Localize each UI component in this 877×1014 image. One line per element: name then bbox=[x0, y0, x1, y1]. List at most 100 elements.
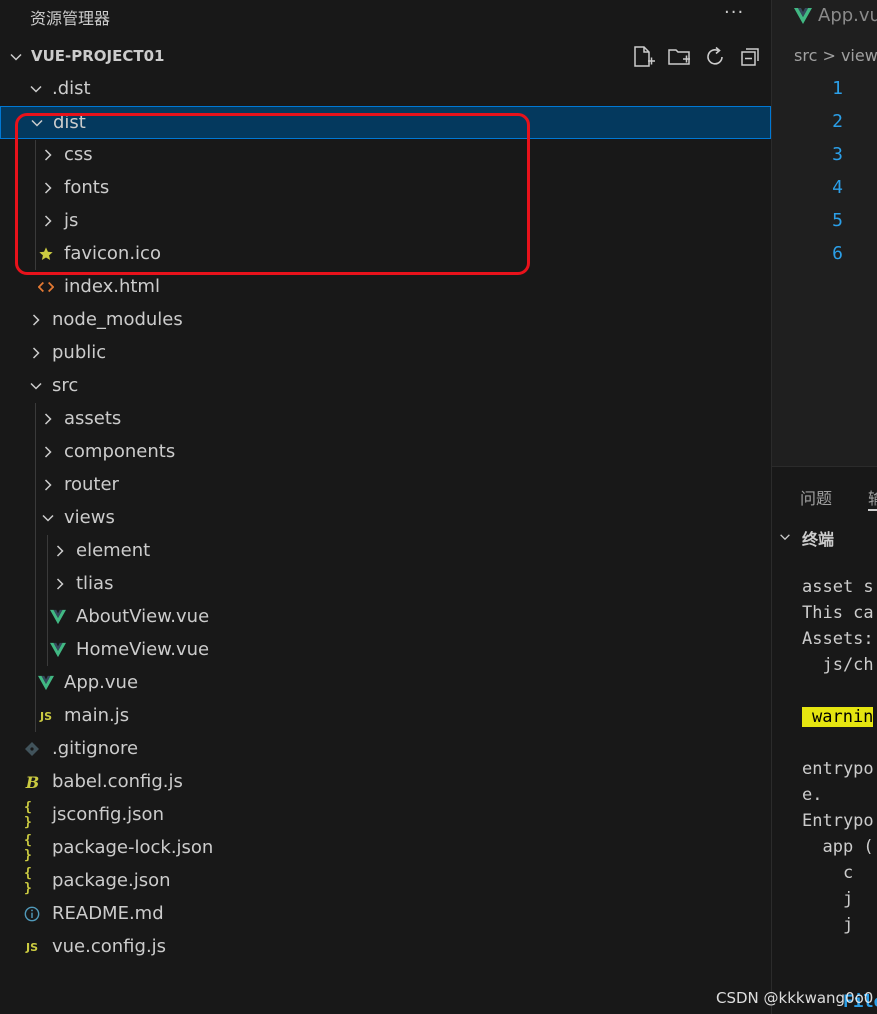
tree-item-element[interactable]: element bbox=[0, 535, 771, 568]
tree-item-vue-config-js[interactable]: JS vue.config.js bbox=[0, 931, 771, 964]
chevron-down-icon[interactable] bbox=[28, 378, 44, 394]
chevron-right-icon[interactable] bbox=[28, 345, 44, 361]
tree-item-public[interactable]: public bbox=[0, 337, 771, 370]
tree-item-components[interactable]: components bbox=[0, 436, 771, 469]
terminal-line: js/ch bbox=[802, 655, 874, 675]
explorer-title: 资源管理器 bbox=[30, 9, 111, 28]
chevron-down-icon[interactable] bbox=[40, 510, 56, 526]
terminal-line: This ca bbox=[802, 603, 874, 623]
tree-item-router[interactable]: router bbox=[0, 469, 771, 502]
line-number: 2 bbox=[832, 111, 843, 132]
vue-icon bbox=[50, 642, 66, 658]
tree-item-label: package.json bbox=[52, 870, 171, 891]
tree-item-package-lock-json[interactable]: { } package-lock.json bbox=[0, 832, 771, 865]
editor-area: App.vu src > view 1 2 3 4 5 6 问题 输 终端 asset s… bbox=[771, 0, 877, 1014]
tree-item-label: tlias bbox=[76, 573, 114, 594]
tree-item-app-vue[interactable]: App.vue bbox=[0, 667, 771, 700]
watermark: CSDN @kkkwang0o0 bbox=[716, 989, 874, 1007]
json-icon-text: { } bbox=[24, 833, 32, 863]
info-icon bbox=[24, 906, 40, 922]
breadcrumb[interactable]: src > view bbox=[794, 46, 877, 65]
tab-label: App.vu bbox=[818, 5, 877, 26]
tree-item-index-html[interactable]: index.html bbox=[0, 271, 771, 304]
chevron-right-icon[interactable] bbox=[52, 576, 68, 592]
tree-item-label: package-lock.json bbox=[52, 837, 214, 858]
terminal-header[interactable]: 终端 bbox=[772, 521, 877, 551]
tab-problems[interactable]: 问题 bbox=[800, 485, 832, 509]
tree-item-tlias[interactable]: tlias bbox=[0, 568, 771, 601]
tree-item-main-js[interactable]: JS main.js bbox=[0, 700, 771, 733]
terminal-line: entrypo bbox=[802, 759, 874, 779]
tree-item-label: README.md bbox=[52, 903, 164, 924]
tree-item-label: src bbox=[52, 375, 79, 396]
terminal-line: app ( bbox=[802, 837, 874, 857]
chevron-down-icon[interactable] bbox=[28, 81, 44, 97]
chevron-right-icon[interactable] bbox=[40, 411, 56, 427]
line-number: 3 bbox=[832, 144, 843, 165]
terminal-line: asset s bbox=[802, 577, 874, 597]
json-icon: { } bbox=[24, 800, 40, 830]
tree-item-views[interactable]: views bbox=[0, 502, 771, 535]
project-name: VUE-PROJECT01 bbox=[31, 47, 165, 65]
explorer-header: 资源管理器 ··· bbox=[0, 0, 771, 32]
tree-item-dist[interactable]: .dist bbox=[0, 73, 771, 106]
terminal-line: j bbox=[802, 889, 854, 909]
js-icon: JS bbox=[38, 708, 54, 724]
tree-item-gitignore[interactable]: .gitignore bbox=[0, 733, 771, 766]
tree-item-label: views bbox=[64, 507, 115, 528]
json-icon-text: { } bbox=[24, 866, 32, 896]
terminal-line: Entrypo bbox=[802, 811, 874, 831]
js-icon-text: JS bbox=[39, 709, 52, 723]
tree-item-label: AboutView.vue bbox=[76, 606, 210, 627]
json-icon: { } bbox=[24, 833, 40, 863]
tree-item-label: vue.config.js bbox=[52, 936, 167, 957]
tree-item-package-json[interactable]: { } package.json bbox=[0, 865, 771, 898]
tree-item-node-modules[interactable]: node_modules bbox=[0, 304, 771, 337]
chevron-down-icon[interactable] bbox=[778, 529, 792, 548]
terminal-line: warnin bbox=[802, 707, 874, 727]
line-number: 4 bbox=[832, 177, 843, 198]
indent-guide bbox=[47, 535, 48, 666]
more-actions-icon[interactable]: ··· bbox=[724, 2, 744, 23]
tree-item-label: App.vue bbox=[64, 672, 139, 693]
tree-item-label: assets bbox=[64, 408, 122, 429]
tree-item-jsconfig-json[interactable]: { } jsconfig.json bbox=[0, 799, 771, 832]
babel-icon: B bbox=[24, 773, 40, 791]
tab-output[interactable]: 输 bbox=[868, 485, 877, 509]
tree-item-readme-md[interactable]: README.md bbox=[0, 898, 771, 931]
vue-icon bbox=[38, 675, 54, 691]
tree-item-label: router bbox=[64, 474, 119, 495]
chevron-right-icon[interactable] bbox=[40, 477, 56, 493]
tree-item-label: node_modules bbox=[52, 309, 183, 330]
indent-guide bbox=[35, 403, 36, 732]
vue-icon bbox=[50, 609, 66, 625]
project-section-header[interactable]: VUE-PROJECT01 bbox=[0, 40, 771, 73]
html-icon bbox=[38, 279, 54, 295]
highlight-callout bbox=[15, 113, 530, 275]
collapse-all-icon[interactable] bbox=[738, 44, 764, 70]
terminal-line: j bbox=[802, 915, 854, 935]
explorer-sidebar: 资源管理器 ··· VUE-PROJECT01 .dist dist css font… bbox=[0, 0, 771, 1014]
line-number: 1 bbox=[832, 78, 843, 99]
chevron-right-icon[interactable] bbox=[28, 312, 44, 328]
tree-item-babel-config-js[interactable]: Bbabel.config.js bbox=[0, 766, 771, 799]
tree-item-assets[interactable]: assets bbox=[0, 403, 771, 436]
chevron-right-icon[interactable] bbox=[40, 444, 56, 460]
tree-item-label: public bbox=[52, 342, 107, 363]
new-folder-icon[interactable] bbox=[666, 44, 692, 70]
refresh-icon[interactable] bbox=[702, 44, 728, 70]
tree-item-homeview-vue[interactable]: HomeView.vue bbox=[0, 634, 771, 667]
tree-item-src[interactable]: src bbox=[0, 370, 771, 403]
chevron-right-icon[interactable] bbox=[52, 543, 68, 559]
tree-item-label: jsconfig.json bbox=[52, 804, 164, 825]
js-icon-text: JS bbox=[25, 940, 38, 954]
chevron-down-icon[interactable] bbox=[8, 49, 24, 69]
terminal-title: 终端 bbox=[802, 530, 835, 549]
json-icon: { } bbox=[24, 866, 40, 896]
bottom-panel: 问题 输 终端 asset s This ca Assets: js/ch warni… bbox=[772, 466, 877, 1014]
tab-app-vue[interactable]: App.vu bbox=[772, 0, 877, 34]
tree-item-aboutview-vue[interactable]: AboutView.vue bbox=[0, 601, 771, 634]
tree-item-label: babel.config.js bbox=[52, 771, 183, 792]
new-file-icon[interactable] bbox=[630, 44, 656, 70]
terminal-line: Assets: bbox=[802, 629, 874, 649]
